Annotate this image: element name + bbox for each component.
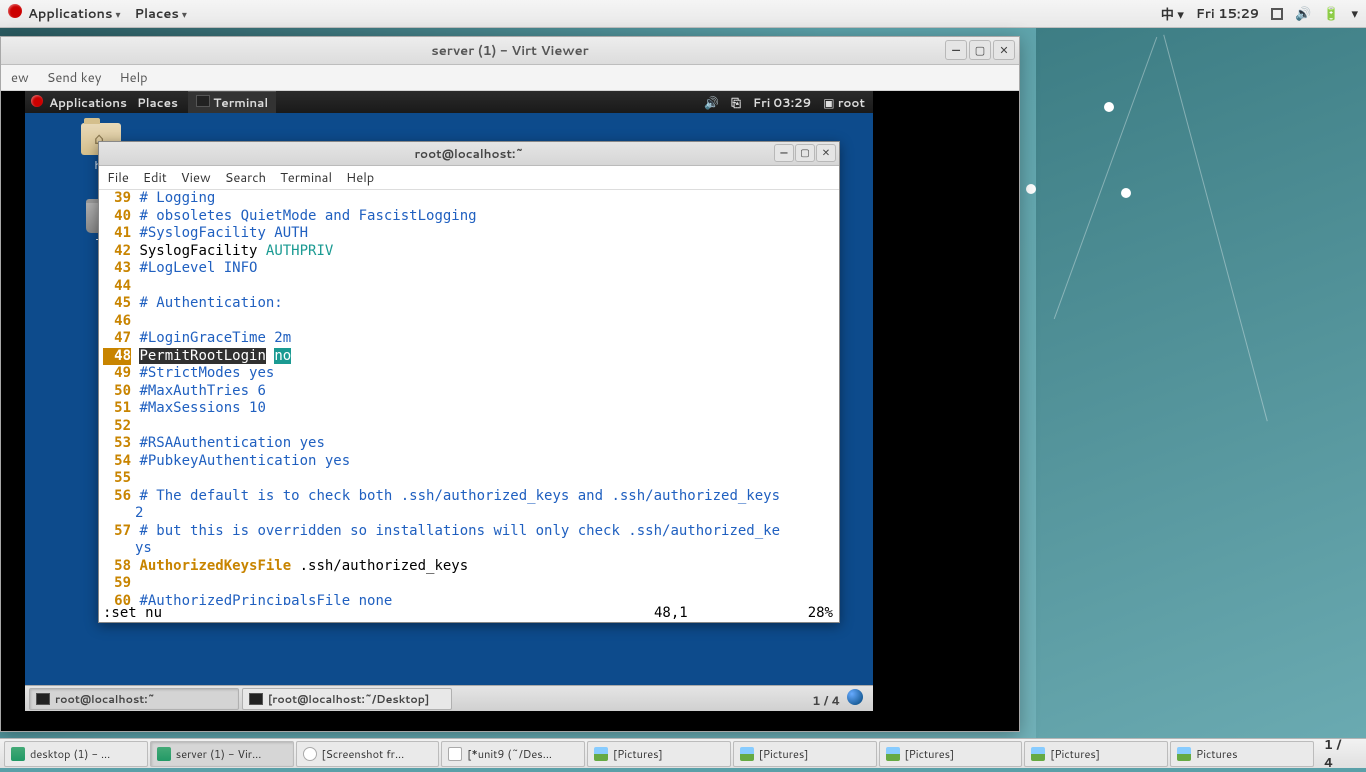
terminal-content[interactable]: 39 # Logging40 # obsoletes QuietMode and… bbox=[99, 190, 839, 622]
places-menu[interactable]: Places bbox=[135, 5, 187, 23]
guest-clock[interactable]: Fri 03:29 bbox=[753, 94, 811, 111]
menu-edit[interactable]: Edit bbox=[143, 169, 167, 187]
user-menu-icon[interactable]: ▾ bbox=[1351, 5, 1358, 23]
menu-sendkey[interactable]: Send key bbox=[47, 69, 102, 87]
close-button[interactable]: ✕ bbox=[993, 40, 1015, 60]
host-top-panel: Applications Places 中 ▾ Fri 15:29 🔊 🔋 ▾ bbox=[0, 0, 1366, 28]
host-taskbar-item-1[interactable]: server (1) - Vir... bbox=[150, 741, 294, 767]
guest-workspace-indicator[interactable]: 1 / 4 bbox=[812, 689, 869, 709]
virt-viewer-menubar: ew Send key Help bbox=[1, 65, 1019, 91]
host-clock[interactable]: Fri 15:29 bbox=[1196, 5, 1259, 23]
maximize-button[interactable]: ▢ bbox=[969, 40, 991, 60]
img-icon bbox=[886, 747, 900, 761]
host-taskbar-item-2[interactable]: [Screenshot fr... bbox=[296, 741, 440, 767]
show-desktop-icon[interactable] bbox=[847, 689, 863, 705]
host-taskbar: desktop (1) - ...server (1) - Vir...[Scr… bbox=[0, 738, 1366, 768]
minimize-button[interactable]: — bbox=[774, 144, 794, 162]
ime-indicator[interactable]: 中 ▾ bbox=[1161, 4, 1184, 24]
host-taskbar-item-4[interactable]: [Pictures] bbox=[587, 741, 731, 767]
window-title: server (1) - Virt Viewer bbox=[431, 42, 588, 60]
close-button[interactable]: ✕ bbox=[816, 144, 836, 162]
menu-view[interactable]: ew bbox=[11, 69, 29, 87]
img-icon bbox=[594, 747, 608, 761]
taskbar-item-terminal[interactable]: root@localhost:~ bbox=[29, 688, 239, 710]
img-icon bbox=[1177, 747, 1191, 761]
host-taskbar-item-7[interactable]: [Pictures] bbox=[1024, 741, 1168, 767]
deco-dot bbox=[1104, 102, 1114, 112]
guest-volume-icon[interactable]: 🔊 bbox=[704, 94, 719, 111]
terminal-menubar: File Edit View Search Terminal Help bbox=[99, 166, 839, 190]
host-taskbar-item-3[interactable]: [*unit9 (~/Des... bbox=[441, 741, 585, 767]
deco-dot bbox=[1026, 184, 1036, 194]
volume-icon[interactable]: 🔊 bbox=[1295, 5, 1311, 23]
guest-applications-menu[interactable]: Applications bbox=[31, 94, 127, 111]
terminal-title: root@localhost:~ bbox=[414, 145, 523, 162]
minimize-button[interactable]: — bbox=[945, 40, 967, 60]
guest-places-menu[interactable]: Places bbox=[137, 94, 178, 111]
guest-network-icon[interactable]: ⎘ bbox=[731, 94, 741, 111]
edit-icon bbox=[448, 747, 462, 761]
redhat-icon bbox=[8, 4, 22, 18]
host-taskbar-item-6[interactable]: [Pictures] bbox=[879, 741, 1023, 767]
applications-menu[interactable]: Applications bbox=[8, 4, 121, 23]
terminal-icon bbox=[196, 95, 210, 107]
menu-help[interactable]: Help bbox=[346, 169, 374, 187]
redhat-icon bbox=[31, 95, 43, 107]
guest-desktop[interactable]: Applications Places Terminal 🔊 ⎘ Fri 03:… bbox=[25, 91, 873, 711]
deco-line bbox=[1054, 37, 1158, 319]
maximize-button[interactable]: ▢ bbox=[795, 144, 815, 162]
guest-top-panel: Applications Places Terminal 🔊 ⎘ Fri 03:… bbox=[25, 91, 873, 113]
host-taskbar-item-5[interactable]: [Pictures] bbox=[733, 741, 877, 767]
deco-dot bbox=[1121, 188, 1131, 198]
host-workspace-indicator[interactable]: 1 / 4 bbox=[1316, 736, 1362, 772]
terminal-window: root@localhost:~ — ▢ ✕ File Edit View Se… bbox=[98, 141, 840, 623]
guest-user-menu[interactable]: ▣ root bbox=[823, 94, 865, 111]
search-icon bbox=[303, 747, 317, 761]
host-taskbar-item-0[interactable]: desktop (1) - ... bbox=[4, 741, 148, 767]
terminal-titlebar[interactable]: root@localhost:~ — ▢ ✕ bbox=[99, 142, 839, 166]
menu-terminal[interactable]: Terminal bbox=[280, 169, 332, 187]
virt-viewer-titlebar[interactable]: server (1) - Virt Viewer — ▢ ✕ bbox=[1, 37, 1019, 65]
window-list-icon[interactable] bbox=[1271, 8, 1283, 20]
host-taskbar-item-8[interactable]: Pictures bbox=[1170, 741, 1314, 767]
img-icon bbox=[1031, 747, 1045, 761]
virt-viewer-window: server (1) - Virt Viewer — ▢ ✕ ew Send k… bbox=[0, 36, 1020, 732]
menu-view[interactable]: View bbox=[181, 169, 211, 187]
monitor-icon bbox=[11, 747, 25, 761]
guest-taskbar: root@localhost:~ [root@localhost:~/Deskt… bbox=[25, 685, 873, 711]
menu-file[interactable]: File bbox=[107, 169, 129, 187]
monitor-icon bbox=[157, 747, 171, 761]
menu-search[interactable]: Search bbox=[225, 169, 266, 187]
menu-help[interactable]: Help bbox=[119, 69, 147, 87]
taskbar-item-terminal-2[interactable]: [root@localhost:~/Desktop] bbox=[242, 688, 452, 710]
terminal-icon bbox=[36, 693, 50, 705]
battery-icon[interactable]: 🔋 bbox=[1323, 5, 1339, 23]
guest-active-app[interactable]: Terminal bbox=[188, 91, 276, 113]
terminal-icon bbox=[249, 693, 263, 705]
img-icon bbox=[740, 747, 754, 761]
deco-line bbox=[1163, 35, 1267, 422]
